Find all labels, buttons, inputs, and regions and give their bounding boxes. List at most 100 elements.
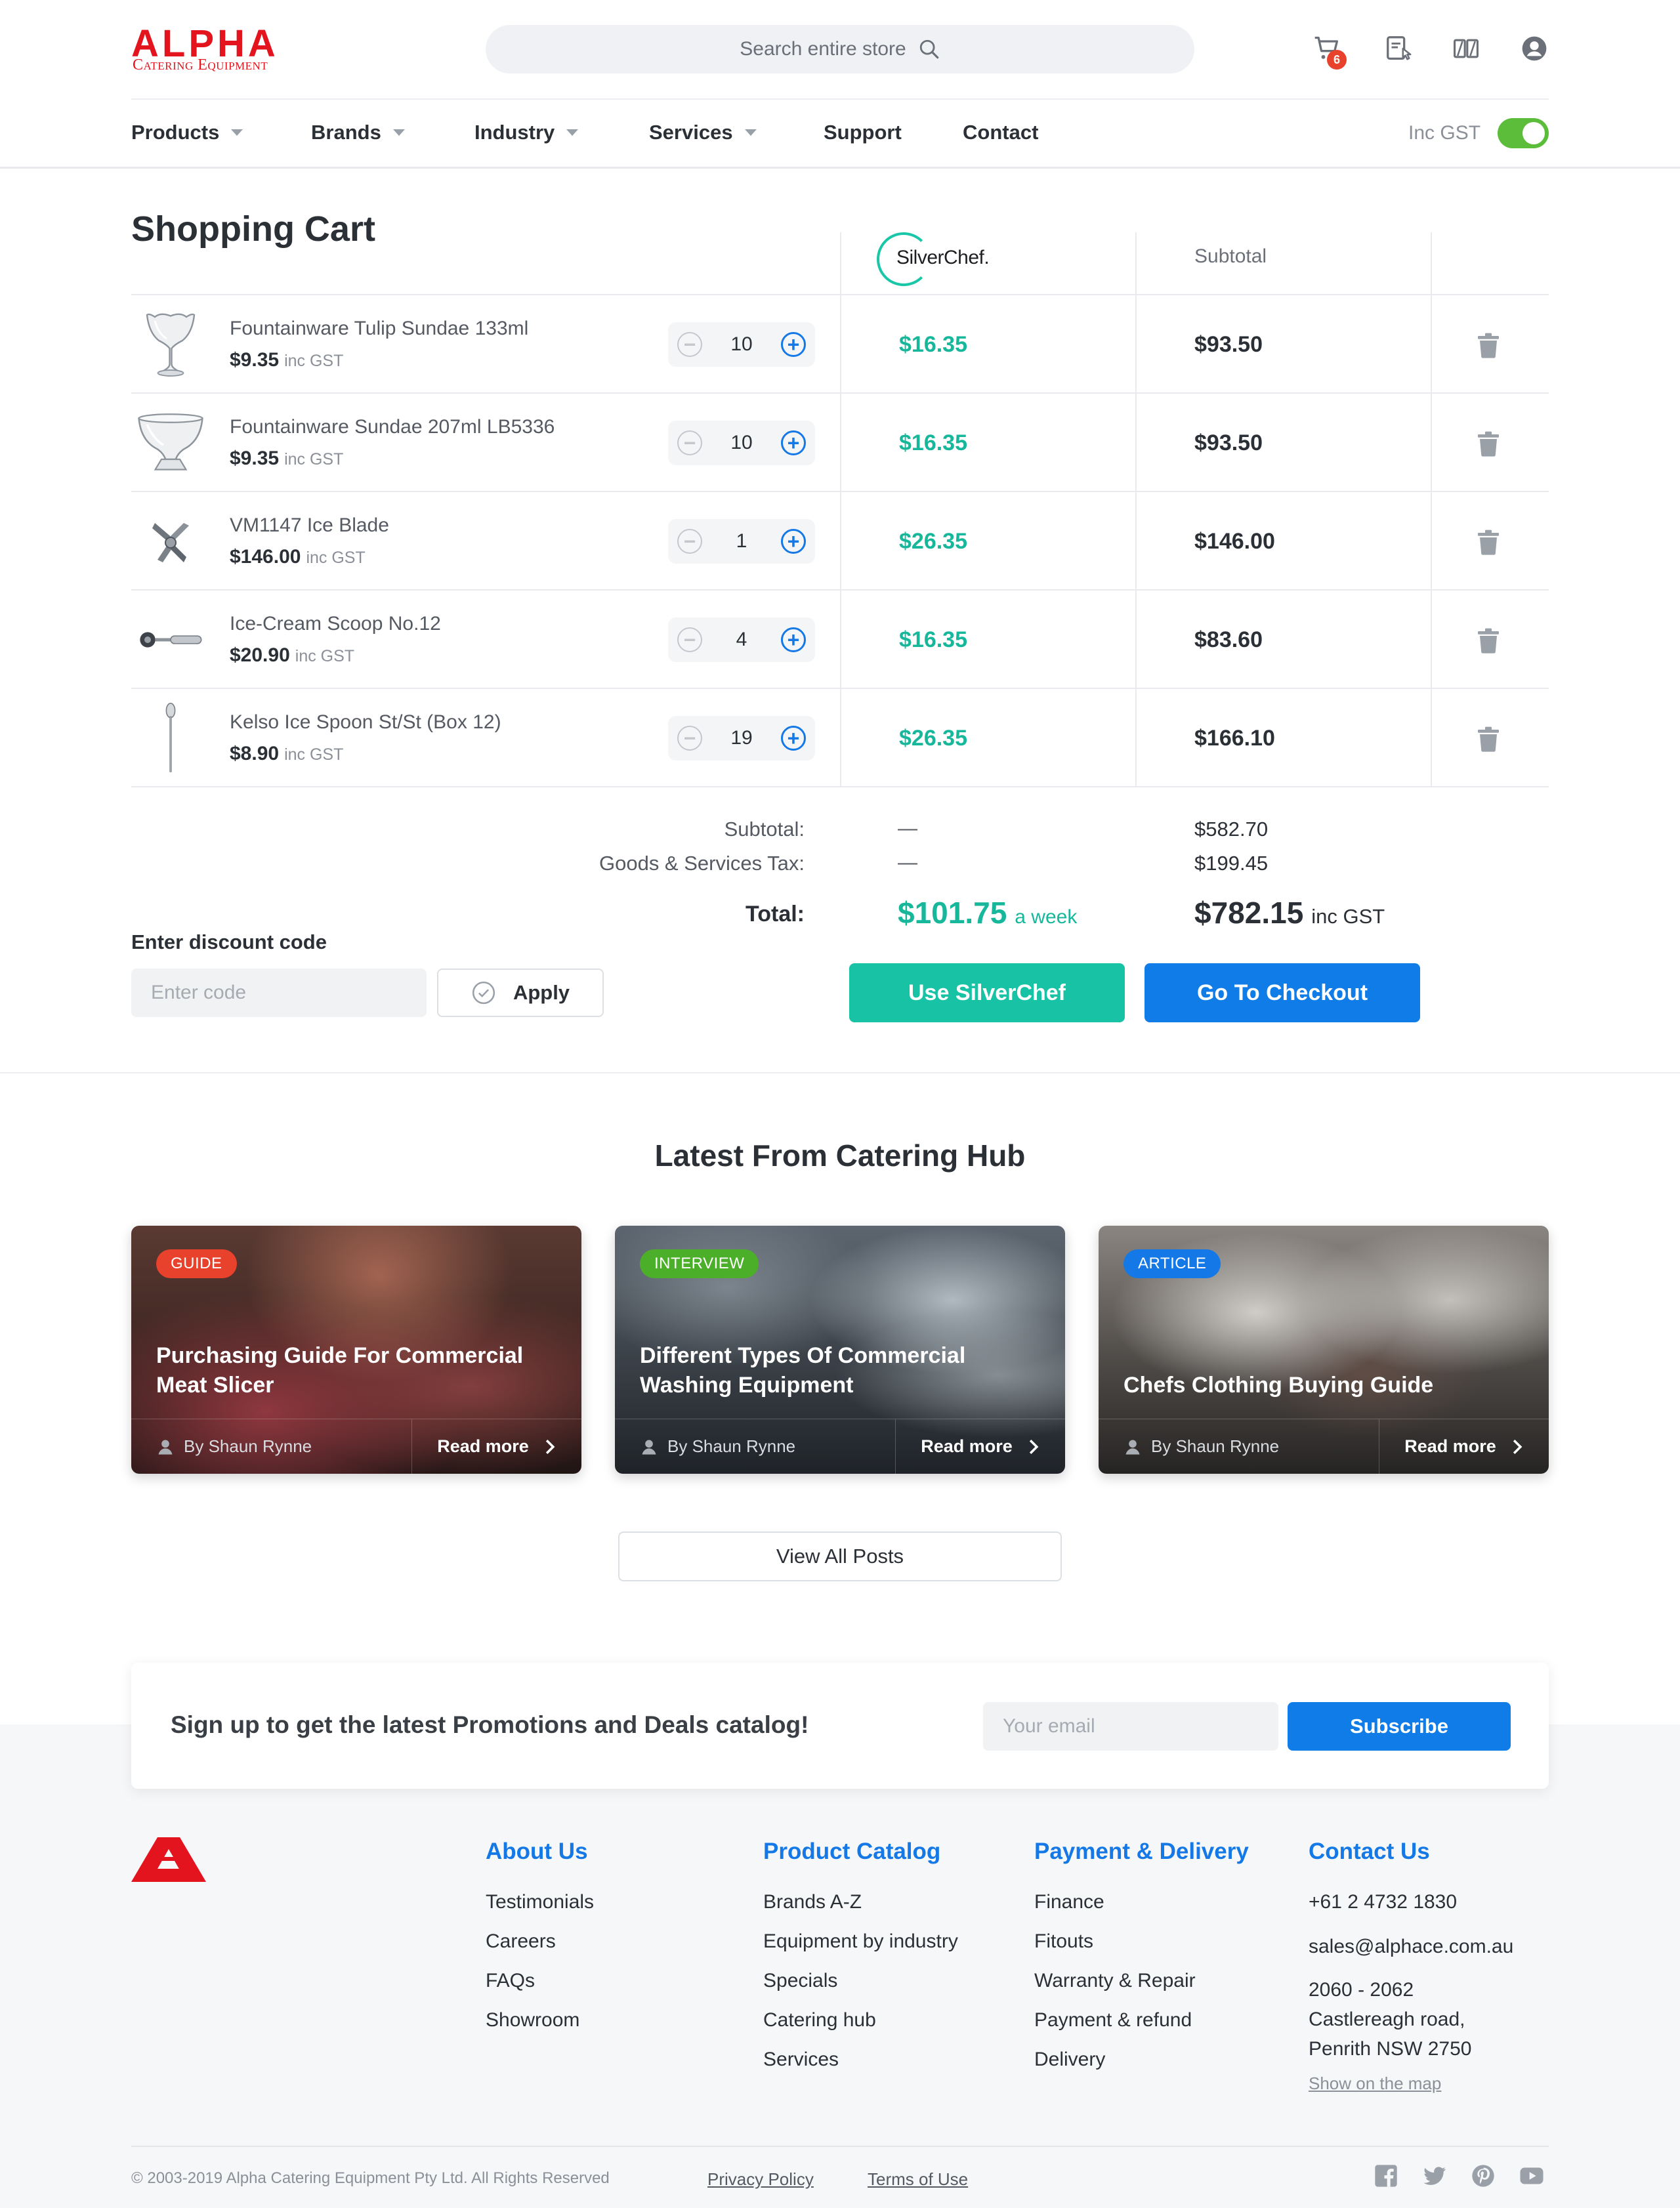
- hub-card[interactable]: ARTICLE Chefs Clothing Buying Guide By S…: [1099, 1226, 1549, 1474]
- quantity-stepper[interactable]: − 10 +: [668, 421, 815, 465]
- footer-link[interactable]: Careers: [486, 1930, 556, 1953]
- read-more-link[interactable]: Read more: [1379, 1436, 1549, 1457]
- product-name[interactable]: VM1147 Ice Blade: [230, 514, 389, 537]
- subscribe-button[interactable]: Subscribe: [1288, 1702, 1511, 1751]
- footer-link[interactable]: Testimonials: [486, 1891, 594, 1913]
- trash-icon[interactable]: [1477, 627, 1500, 654]
- product-image[interactable]: [131, 308, 210, 381]
- quantity-value[interactable]: 10: [730, 333, 752, 356]
- terms-of-use-link[interactable]: Terms of Use: [868, 2169, 968, 2190]
- quote-button[interactable]: [1383, 33, 1415, 64]
- minus-icon[interactable]: −: [677, 430, 702, 455]
- product-image[interactable]: [131, 505, 210, 577]
- contact-phone[interactable]: +61 2 4732 1830: [1309, 1891, 1457, 1913]
- footer-link[interactable]: Finance: [1034, 1891, 1104, 1913]
- plus-icon[interactable]: +: [781, 332, 806, 357]
- compare-button[interactable]: [1450, 33, 1482, 64]
- footer-link[interactable]: Brands A-Z: [763, 1891, 862, 1913]
- quantity-value[interactable]: 10: [730, 432, 752, 454]
- footer-link[interactable]: Specials: [763, 1970, 837, 1992]
- quantity-value[interactable]: 4: [736, 629, 747, 651]
- plus-icon[interactable]: +: [781, 627, 806, 652]
- plus-icon[interactable]: +: [781, 529, 806, 554]
- view-all-posts-button[interactable]: View All Posts: [618, 1531, 1062, 1581]
- card-title[interactable]: Different Types Of Commercial Washing Eq…: [640, 1341, 1040, 1400]
- footer-link[interactable]: Payment & refund: [1034, 2009, 1192, 2031]
- silverchef-gst: —: [898, 852, 917, 873]
- silverchef-total-suffix: a week: [1015, 906, 1078, 928]
- footer-link[interactable]: Warranty & Repair: [1034, 1970, 1196, 1992]
- footer-link[interactable]: Catering hub: [763, 2009, 876, 2031]
- apply-button[interactable]: Apply: [437, 969, 604, 1017]
- product-image[interactable]: [131, 702, 210, 774]
- product-name[interactable]: Kelso Ice Spoon St/St (Box 12): [230, 711, 501, 734]
- nav-label: Brands: [311, 121, 381, 144]
- plus-icon[interactable]: +: [781, 726, 806, 751]
- quantity-stepper[interactable]: − 10 +: [668, 322, 815, 367]
- product-price: $20.90 inc GST: [230, 644, 354, 667]
- email-placeholder: Your email: [1003, 1715, 1095, 1737]
- trash-icon[interactable]: [1477, 726, 1500, 752]
- trash-icon[interactable]: [1477, 529, 1500, 555]
- nav-brands[interactable]: Brands: [311, 121, 405, 144]
- price-suffix: inc GST: [284, 352, 344, 370]
- footer-link[interactable]: Equipment by industry: [763, 1930, 958, 1953]
- footer-heading-about[interactable]: About Us: [486, 1839, 588, 1865]
- quantity-stepper[interactable]: − 19 +: [668, 716, 815, 760]
- footer-heading-catalog[interactable]: Product Catalog: [763, 1839, 940, 1865]
- card-title[interactable]: Purchasing Guide For Commercial Meat Sli…: [156, 1341, 556, 1400]
- nav-services[interactable]: Services: [649, 121, 757, 144]
- footer-link[interactable]: Showroom: [486, 2009, 579, 2031]
- sundae-glass-image: [138, 413, 203, 470]
- footer-link[interactable]: Delivery: [1034, 2049, 1105, 2071]
- pinterest-icon[interactable]: [1470, 2163, 1496, 2189]
- card-title[interactable]: Chefs Clothing Buying Guide: [1124, 1371, 1524, 1400]
- product-name[interactable]: Fountainware Tulip Sundae 133ml: [230, 318, 528, 340]
- footer-link[interactable]: Services: [763, 2049, 839, 2071]
- product-image[interactable]: [131, 407, 210, 479]
- discount-code-input[interactable]: Enter code: [131, 969, 427, 1017]
- minus-icon[interactable]: −: [677, 332, 702, 357]
- footer-heading-contact[interactable]: Contact Us: [1309, 1839, 1430, 1865]
- checkout-button[interactable]: Go To Checkout: [1144, 963, 1420, 1022]
- email-input[interactable]: Your email: [983, 1702, 1278, 1751]
- product-name[interactable]: Ice-Cream Scoop No.12: [230, 613, 441, 635]
- footer-logo-icon[interactable]: [131, 1837, 206, 1882]
- read-more-link[interactable]: Read more: [896, 1436, 1065, 1457]
- trash-icon[interactable]: [1477, 430, 1500, 457]
- minus-icon[interactable]: −: [677, 726, 702, 751]
- minus-icon[interactable]: −: [677, 627, 702, 652]
- privacy-policy-link[interactable]: Privacy Policy: [707, 2169, 814, 2190]
- footer-heading-payment[interactable]: Payment & Delivery: [1034, 1839, 1249, 1865]
- show-map-link[interactable]: Show on the map: [1309, 2073, 1441, 2094]
- quantity-stepper[interactable]: − 1 +: [668, 519, 815, 564]
- minus-icon[interactable]: −: [677, 529, 702, 554]
- ice-cream-scoop-image: [140, 632, 202, 648]
- footer-link[interactable]: Fitouts: [1034, 1930, 1093, 1953]
- cart-button[interactable]: 6: [1311, 33, 1347, 70]
- plus-icon[interactable]: +: [781, 430, 806, 455]
- product-name[interactable]: Fountainware Sundae 207ml LB5336: [230, 416, 555, 438]
- footer-link[interactable]: FAQs: [486, 1970, 535, 1992]
- nav-contact[interactable]: Contact: [963, 121, 1038, 144]
- quantity-value[interactable]: 1: [736, 530, 747, 552]
- gst-toggle[interactable]: [1498, 118, 1549, 148]
- hub-card[interactable]: INTERVIEW Different Types Of Commercial …: [615, 1226, 1065, 1474]
- account-button[interactable]: [1519, 33, 1550, 64]
- nav-support[interactable]: Support: [824, 121, 902, 144]
- trash-icon[interactable]: [1477, 332, 1500, 358]
- use-silverchef-button[interactable]: Use SilverChef: [849, 963, 1125, 1022]
- nav-products[interactable]: Products: [131, 121, 243, 144]
- contact-email[interactable]: sales@alphace.com.au: [1309, 1936, 1513, 1958]
- hub-card[interactable]: GUIDE Purchasing Guide For Commercial Me…: [131, 1226, 581, 1474]
- chevron-down-icon: [231, 129, 243, 136]
- quantity-value[interactable]: 19: [730, 727, 752, 749]
- youtube-icon[interactable]: [1519, 2163, 1545, 2189]
- search-bar[interactable]: Search entire store: [486, 25, 1194, 73]
- nav-industry[interactable]: Industry: [474, 121, 579, 144]
- quantity-stepper[interactable]: − 4 +: [668, 617, 815, 662]
- product-image[interactable]: [131, 604, 210, 676]
- twitter-icon[interactable]: [1421, 2163, 1448, 2189]
- read-more-link[interactable]: Read more: [412, 1436, 581, 1457]
- facebook-icon[interactable]: [1373, 2163, 1399, 2189]
